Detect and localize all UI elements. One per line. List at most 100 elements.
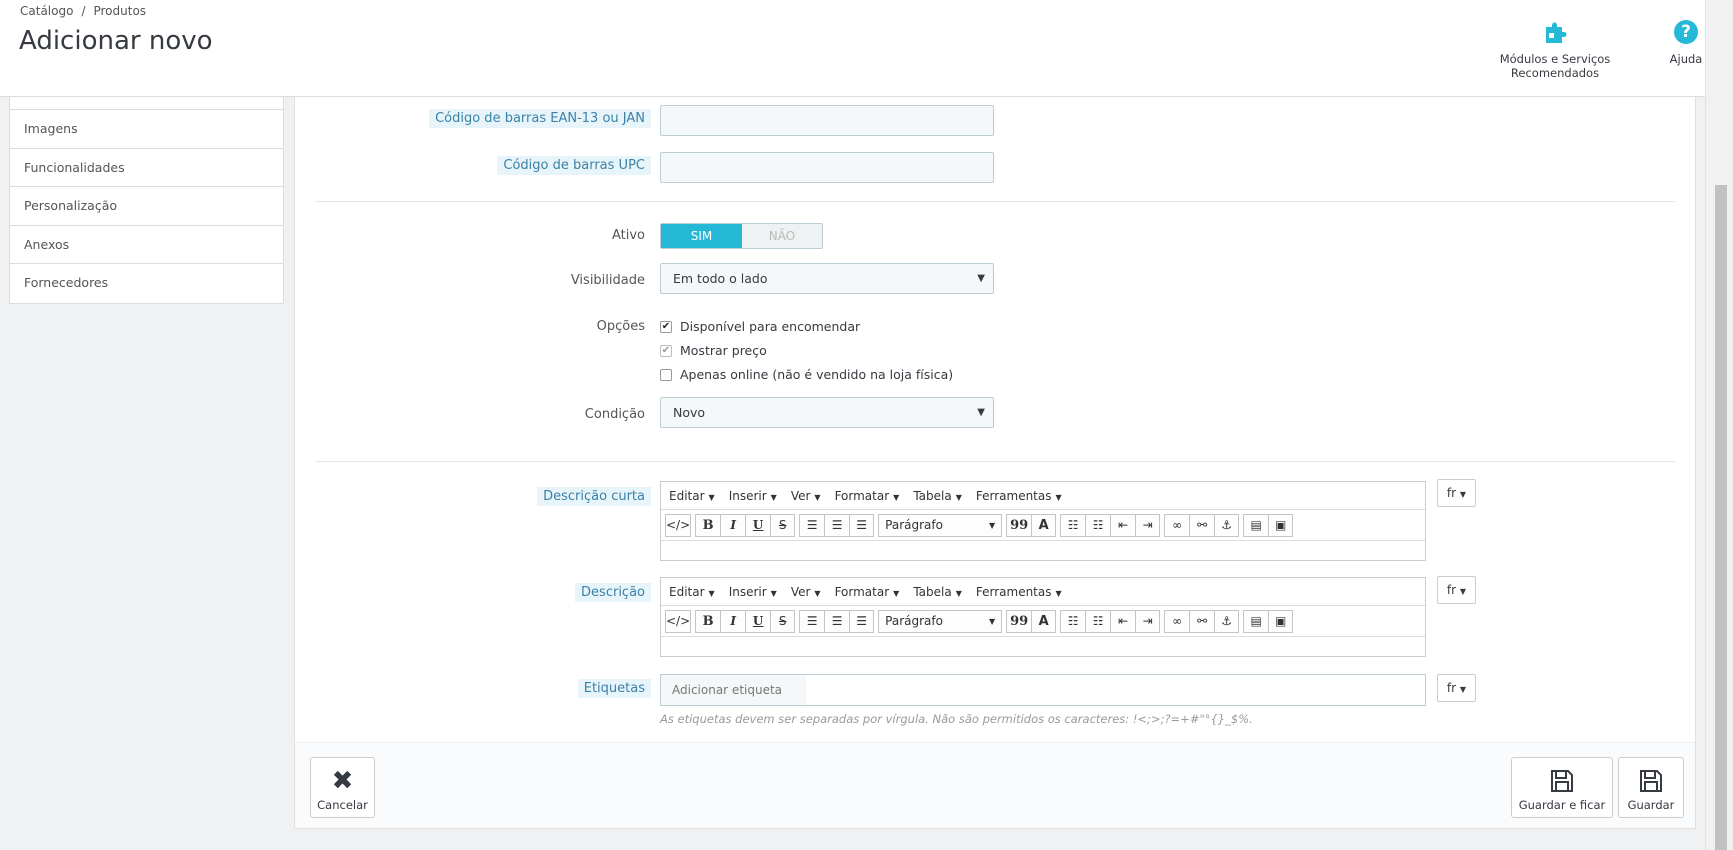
option-online-only[interactable]: Apenas online (não é vendido na loja fís… <box>660 367 953 382</box>
language-dropdown[interactable]: fr ▼ <box>1437 576 1476 604</box>
save-icon <box>1640 770 1662 792</box>
bold-button[interactable]: B <box>695 513 721 537</box>
source-code-icon[interactable]: </> <box>665 513 692 537</box>
language-dropdown[interactable]: fr ▼ <box>1437 479 1476 507</box>
outdent-icon[interactable]: ⇤ <box>1110 513 1136 537</box>
strikethrough-button[interactable]: S <box>770 513 796 537</box>
menu-format[interactable]: Formatar ▼ <box>835 489 900 503</box>
tags-input[interactable]: Adicionar etiqueta <box>660 674 1426 706</box>
anchor-icon[interactable]: ⚓ <box>1214 513 1240 537</box>
align-left-icon[interactable]: ☰ <box>799 609 825 633</box>
option-show-price[interactable]: ✔ Mostrar preço <box>660 343 767 358</box>
active-no[interactable]: NÃO <box>742 224 822 248</box>
media-icon[interactable]: ▤ <box>1243 513 1269 537</box>
help-icon: ? <box>1666 20 1706 46</box>
align-right-icon[interactable]: ☰ <box>849 609 875 633</box>
underline-button[interactable]: U <box>745 609 771 633</box>
media-icon[interactable]: ▤ <box>1243 609 1269 633</box>
description-editor[interactable]: Editar ▼ Inserir ▼ Ver ▼ Formatar ▼ Tabela ▼ … <box>660 577 1426 657</box>
editor-menubar: Editar ▼ Inserir ▼ Ver ▼ Formatar ▼ Tabela ▼ … <box>661 482 1425 510</box>
modules-button[interactable]: Módulos e Serviços Recomendados <box>1454 20 1656 80</box>
checkbox-checked-icon[interactable]: ✔ <box>660 344 672 357</box>
indent-icon[interactable]: ⇥ <box>1135 513 1161 537</box>
align-left-icon[interactable]: ☰ <box>799 513 825 537</box>
menu-insert[interactable]: Inserir ▼ <box>729 585 777 599</box>
menu-table[interactable]: Tabela ▼ <box>913 489 962 503</box>
bullet-list-icon[interactable]: ☷ <box>1060 609 1086 633</box>
menu-tools[interactable]: Ferramentas ▼ <box>976 585 1062 599</box>
align-center-icon[interactable]: ☰ <box>824 513 850 537</box>
sidebar-item-features[interactable]: Funcionalidades <box>10 149 283 187</box>
save-button[interactable]: Guardar <box>1618 757 1684 818</box>
outdent-icon[interactable]: ⇤ <box>1110 609 1136 633</box>
checkbox-checked-icon[interactable]: ✔ <box>660 320 672 333</box>
option-label: Apenas online (não é vendido na loja fís… <box>680 367 954 382</box>
anchor-icon[interactable]: ⚓ <box>1214 609 1240 633</box>
source-code-icon[interactable]: </> <box>665 609 692 633</box>
form-footer: ✖ Cancelar Guardar e ficar Guardar <box>295 742 1695 828</box>
strikethrough-button[interactable]: S <box>770 609 796 633</box>
option-available-order[interactable]: ✔ Disponível para encomendar <box>660 319 860 334</box>
menu-view[interactable]: Ver ▼ <box>791 585 821 599</box>
format-select[interactable]: Parágrafo ▼ <box>878 609 1003 633</box>
save-and-stay-button[interactable]: Guardar e ficar <box>1511 757 1613 818</box>
scrollbar-thumb[interactable] <box>1715 185 1727 850</box>
underline-button[interactable]: U <box>745 513 771 537</box>
blockquote-button[interactable]: 99 <box>1006 609 1032 633</box>
image-icon[interactable]: ▣ <box>1268 513 1294 537</box>
sidebar-item-suppliers[interactable]: Fornecedores <box>10 264 283 303</box>
sidebar-item-images[interactable]: Imagens <box>10 110 283 149</box>
menu-edit[interactable]: Editar ▼ <box>669 489 715 503</box>
menu-tools[interactable]: Ferramentas ▼ <box>976 489 1062 503</box>
breadcrumb-parent[interactable]: Catálogo <box>20 4 73 18</box>
breadcrumb-current[interactable]: Produtos <box>93 4 146 18</box>
menu-insert[interactable]: Inserir ▼ <box>729 489 777 503</box>
tags-placeholder: Adicionar etiqueta <box>661 675 806 705</box>
format-select[interactable]: Parágrafo ▼ <box>878 513 1003 537</box>
blockquote-button[interactable]: 99 <box>1006 513 1032 537</box>
text-color-button[interactable]: A <box>1031 609 1057 633</box>
italic-button[interactable]: I <box>720 513 746 537</box>
numbered-list-icon[interactable]: ☷ <box>1085 609 1111 633</box>
visibility-select[interactable]: Em todo o lado ▼ <box>660 263 994 294</box>
bullet-list-icon[interactable]: ☷ <box>1060 513 1086 537</box>
page-scrollbar[interactable] <box>1705 0 1733 850</box>
align-right-icon[interactable]: ☰ <box>849 513 875 537</box>
bold-button[interactable]: B <box>695 609 721 633</box>
editor-body[interactable] <box>661 637 1425 656</box>
italic-button[interactable]: I <box>720 609 746 633</box>
numbered-list-icon[interactable]: ☷ <box>1085 513 1111 537</box>
short-description-label: Descrição curta <box>537 487 651 506</box>
ean-input[interactable] <box>660 105 994 136</box>
menu-format[interactable]: Formatar ▼ <box>835 585 900 599</box>
condition-value: Novo <box>673 405 706 420</box>
menu-view[interactable]: Ver ▼ <box>791 489 821 503</box>
upc-input[interactable] <box>660 152 994 183</box>
caret-down-icon: ▼ <box>977 273 985 284</box>
align-center-icon[interactable]: ☰ <box>824 609 850 633</box>
help-button[interactable]: ? Ajuda <box>1666 20 1706 66</box>
language-dropdown[interactable]: fr ▼ <box>1437 674 1476 702</box>
editor-body[interactable] <box>661 541 1425 560</box>
sidebar-item-customization[interactable]: Personalização <box>10 187 283 226</box>
menu-table[interactable]: Tabela ▼ <box>913 585 962 599</box>
short-description-editor[interactable]: Editar ▼ Inserir ▼ Ver ▼ Formatar ▼ Tabela ▼ … <box>660 481 1426 561</box>
menu-edit[interactable]: Editar ▼ <box>669 585 715 599</box>
unlink-icon[interactable]: ⚯ <box>1189 609 1215 633</box>
condition-select[interactable]: Novo ▼ <box>660 397 994 428</box>
link-icon[interactable]: ∞ <box>1164 609 1190 633</box>
active-switch[interactable]: SIM NÃO <box>660 223 823 249</box>
visibility-label: Visibilidade <box>570 273 645 288</box>
link-icon[interactable]: ∞ <box>1164 513 1190 537</box>
checkbox-icon[interactable] <box>660 368 672 381</box>
active-yes[interactable]: SIM <box>661 224 742 248</box>
page-header: Catálogo / Produtos Adicionar novo Módulos… <box>0 0 1705 97</box>
cancel-button[interactable]: ✖ Cancelar <box>310 757 375 818</box>
text-color-button[interactable]: A <box>1031 513 1057 537</box>
unlink-icon[interactable]: ⚯ <box>1189 513 1215 537</box>
image-icon[interactable]: ▣ <box>1268 609 1294 633</box>
indent-icon[interactable]: ⇥ <box>1135 609 1161 633</box>
tags-label: Etiquetas <box>577 679 651 698</box>
sidebar-item-attachments[interactable]: Anexos <box>10 226 283 264</box>
product-form-panel: Código de barras EAN-13 ou JAN Código de… <box>294 97 1696 829</box>
